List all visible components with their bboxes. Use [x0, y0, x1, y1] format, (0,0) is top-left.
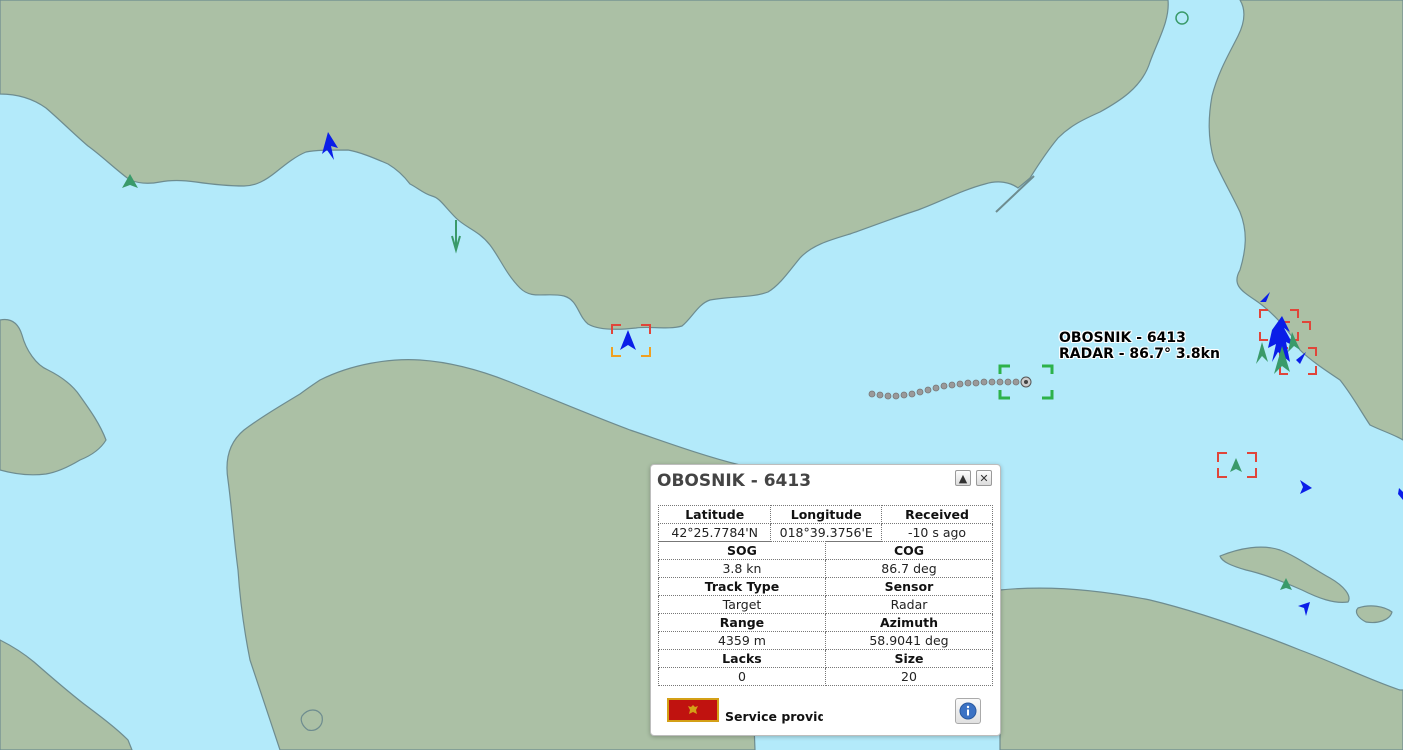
track-info-popup: OBOSNIK - 6413 ▲ ✕ Latitude Longitude Re… [650, 464, 1001, 736]
land-islet-south [300, 709, 323, 731]
cog-value: 86.7 deg [824, 559, 994, 578]
range-value: 4359 m [658, 631, 826, 650]
sensor-value: Radar [824, 595, 994, 614]
latitude-value: 42°25.7784'N [657, 523, 772, 542]
track-type-header: Track Type [658, 577, 826, 596]
sog-header: SOG [658, 541, 826, 560]
size-value: 20 [824, 667, 994, 686]
service-provider-text: Service provide [725, 709, 823, 724]
info-icon [959, 702, 977, 720]
longitude-value: 018°39.3756'E [770, 523, 883, 542]
close-button[interactable]: ✕ [976, 470, 992, 486]
lacks-value: 0 [658, 667, 826, 686]
latitude-header: Latitude [657, 505, 772, 524]
detail-table: SOG COG 3.8 kn 86.7 deg Track Type Senso… [658, 541, 994, 686]
sensor-header: Sensor [824, 577, 994, 596]
triangle-up-icon: ▲ [958, 471, 968, 485]
size-header: Size [824, 649, 994, 668]
received-header: Received [881, 505, 993, 524]
montenegro-flag-icon [667, 698, 719, 722]
collapse-button[interactable]: ▲ [955, 470, 971, 486]
info-button[interactable] [955, 698, 981, 724]
received-value: -10 s ago [881, 523, 993, 542]
position-table: Latitude Longitude Received 42°25.7784'N… [657, 505, 993, 542]
cog-header: COG [824, 541, 994, 560]
sog-value: 3.8 kn [658, 559, 826, 578]
target-label: OBOSNIK - 6413 RADAR - 86.7° 3.8kn [1059, 330, 1220, 362]
popup-title: OBOSNIK - 6413 [657, 471, 812, 491]
flag-emblem-icon [688, 705, 698, 714]
azimuth-value: 58.9041 deg [824, 631, 994, 650]
azimuth-header: Azimuth [824, 613, 994, 632]
range-header: Range [658, 613, 826, 632]
longitude-header: Longitude [770, 505, 883, 524]
lacks-header: Lacks [658, 649, 826, 668]
target-label-name: OBOSNIK - 6413 [1059, 330, 1186, 346]
target-label-radar: RADAR - 86.7° 3.8kn [1059, 346, 1220, 362]
track-type-value: Target [658, 595, 826, 614]
close-icon: ✕ [979, 471, 989, 485]
